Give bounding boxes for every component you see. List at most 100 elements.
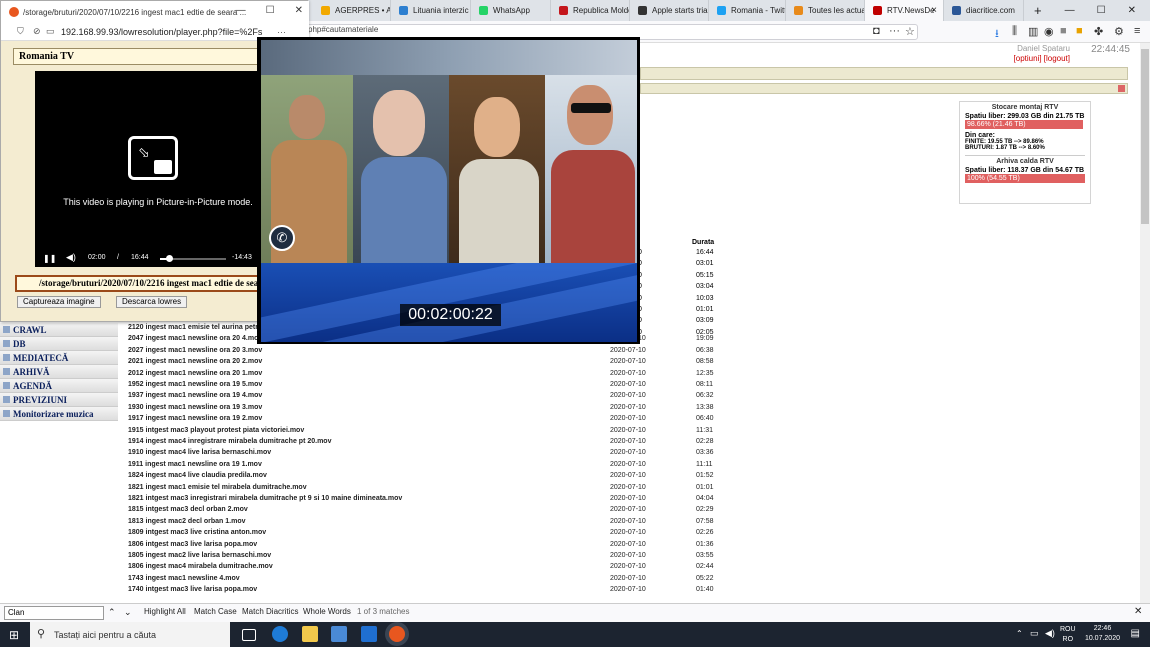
file-name-cell[interactable]: 1914 ingest mac4 inregistrare mirabela d… [128,438,331,445]
download-icon[interactable]: ⭳ [995,25,999,44]
sidebar-item[interactable]: CRAWL [0,323,118,337]
table-row[interactable]: 1821 ingest mac1 emisie tel mirabela dum… [128,484,728,495]
lock-icon[interactable]: ⊘ [33,26,41,37]
file-name-cell[interactable]: 1911 ingest mac1 newsline ora 19 1.mov [128,461,262,468]
taskbar-clock[interactable]: 22:46 10.07.2020 [1085,624,1120,644]
table-row[interactable]: 2027 ingest mac1 newsline ora 20 3.mov 20… [128,347,728,358]
find-close-button[interactable]: ✕ [1134,606,1142,617]
task-view-icon[interactable] [242,629,256,641]
account-icon[interactable]: ◉ [1044,25,1054,38]
table-row[interactable]: 1910 ingest mac4 live larisa bernaschi.m… [128,449,728,460]
maximize-button[interactable]: ☐ [1097,5,1106,16]
browser-tab[interactable]: Lituania interzic [391,0,471,21]
popup-close-button[interactable]: ✕ [295,5,303,16]
file-name-cell[interactable]: 1815 intgest mac3 decl orban 2.mov [128,506,248,513]
user-links[interactable]: [optiuni] [logout] [1014,54,1070,64]
extensions-icon[interactable]: ✤ [1094,25,1103,38]
table-row[interactable]: 1809 intgest mac3 live cristina anton.mo… [128,529,728,540]
find-previous-button[interactable]: ⌃ [108,607,116,618]
file-name-cell[interactable]: 1821 intgest mac3 inregistrari mirabela … [128,495,402,502]
find-input[interactable]: Clan [4,606,104,620]
language-indicator[interactable]: ROU RO [1060,625,1076,645]
firefox-taskbar-icon[interactable] [389,626,405,642]
table-row[interactable]: 1821 intgest mac3 inregistrari mirabela … [128,495,728,506]
browser-tab[interactable]: AGERPRES • Actu [313,0,391,21]
file-name-cell[interactable]: 1806 intgest mac3 live larisa popa.mov [128,541,257,548]
match-diacritics-checkbox[interactable]: Match Diacritics [242,607,298,616]
volume-icon[interactable]: ◀) [66,252,76,263]
tray-chevron-icon[interactable]: ⌃ [1016,629,1023,638]
file-name-cell[interactable]: 2047 ingest mac1 newsline ora 20 4.mov [128,335,262,342]
browser-tab[interactable]: Romania - Twitt [709,0,786,21]
file-name-cell[interactable]: 1806 ingest mac4 mirabela dumitrache.mov [128,563,273,570]
browser-tab[interactable]: Republica Moldo [551,0,630,21]
gear-icon[interactable]: ⚙ [1114,25,1124,38]
mail-icon[interactable] [361,626,377,642]
file-name-cell[interactable]: 1937 ingest mac1 newsline ora 19 4.mov [128,392,262,399]
notifications-icon[interactable]: ▤ [1131,628,1140,639]
file-name-cell[interactable]: 2120 ingest mac1 emisie tel aurina petr [128,324,258,331]
page-scrollbar[interactable] [1140,43,1150,603]
table-row[interactable]: 1813 ingest mac2 decl orban 1.mov 2020-07… [128,518,728,529]
seek-bar[interactable] [160,255,226,262]
table-row[interactable]: 1806 intgest mac3 live larisa popa.mov 20… [128,541,728,552]
file-name-cell[interactable]: 1743 ingest mac1 newsline 4.mov [128,575,240,582]
file-name-cell[interactable]: 2027 ingest mac1 newsline ora 20 3.mov [128,347,262,354]
close-icon[interactable] [1118,85,1125,92]
sidebar-item[interactable]: MEDIATECĂ [0,351,118,365]
find-next-button[interactable]: ⌄ [124,607,132,618]
file-name-cell[interactable]: 1813 ingest mac2 decl orban 1.mov [128,518,246,525]
table-row[interactable]: 1930 ingest mac1 newsline ora 19 3.mov 20… [128,404,728,415]
menu-icon[interactable]: ≡ [1134,25,1140,37]
table-row[interactable]: 1806 ingest mac4 mirabela dumitrache.mov… [128,563,728,574]
network-icon[interactable]: ▭ [1030,628,1039,639]
table-row[interactable]: 1815 intgest mac3 decl orban 2.mov 2020-0… [128,506,728,517]
table-row[interactable]: 1952 ingest mac1 newsline ora 19 5.mov 20… [128,381,728,392]
file-name-cell[interactable]: 1740 intgest mac3 live larisa popa.mov [128,586,257,593]
close-button[interactable]: ✕ [1128,5,1136,16]
table-row[interactable]: 1911 ingest mac1 newsline ora 19 1.mov 20… [128,461,728,472]
table-row[interactable]: 1743 ingest mac1 newsline 4.mov 2020-07-1… [128,575,728,586]
table-row[interactable]: 2012 ingest mac1 newsline ora 20 1.mov 20… [128,370,728,381]
browser-tab[interactable]: Apple starts tria [630,0,709,21]
file-name-cell[interactable]: 1915 intgest mac3 playout protest piata … [128,427,304,434]
addon-icon[interactable]: ■ [1060,25,1067,37]
addon-icon-2[interactable]: ■ [1076,25,1083,37]
taskbar-search[interactable]: ⚲ Tastați aici pentru a căuta [30,622,230,647]
scrollbar-thumb[interactable] [1141,49,1149,224]
shield-icon[interactable]: ⛉ [17,26,24,37]
sidebar-item[interactable]: Monitorizare muzica [0,407,118,421]
edge-icon[interactable] [272,626,288,642]
store-icon[interactable] [331,626,347,642]
pause-icon[interactable]: ❚❚ [43,254,56,263]
table-row[interactable]: 2021 ingest mac1 newsline ora 20 2.mov 20… [128,358,728,369]
table-row[interactable]: 1917 ingest mac1 newsline ora 19 2.mov 20… [128,415,728,426]
library-icon[interactable]: ⫼ [1012,25,1017,38]
sidebar-item[interactable]: PREVIZIUNI [0,393,118,407]
file-name-cell[interactable]: 2012 ingest mac1 newsline ora 20 1.mov [128,370,262,377]
file-name-cell[interactable]: 1930 ingest mac1 newsline ora 19 3.mov [128,404,262,411]
more-actions-icon[interactable]: ··· [889,25,900,37]
table-row[interactable]: 1805 ingest mac2 live larisa bernaschi.m… [128,552,728,563]
browser-tab[interactable]: WhatsApp [471,0,551,21]
windows-start-icon[interactable]: ⊞ [9,628,19,642]
new-tab-button[interactable]: + [1026,0,1048,21]
file-name-cell[interactable]: 1805 ingest mac2 live larisa bernaschi.m… [128,552,271,559]
capture-image-button[interactable]: Captureaza imagine [17,296,101,308]
minimize-button[interactable]: — [1065,5,1075,16]
file-name-cell[interactable]: 1821 ingest mac1 emisie tel mirabela dum… [128,484,307,491]
sidebar-item[interactable]: AGENDĂ [0,379,118,393]
browser-tab[interactable]: diacritice.com [944,0,1024,21]
file-name-cell[interactable]: 1917 ingest mac1 newsline ora 19 2.mov [128,415,262,422]
popup-maximize-button[interactable]: ☐ [266,5,275,16]
whole-words-checkbox[interactable]: Whole Words [303,607,351,616]
volume-tray-icon[interactable]: ◀) [1045,628,1055,639]
popup-minimize-button[interactable]: — [236,5,246,16]
more-actions-icon[interactable]: ··· [277,27,286,37]
file-name-cell[interactable]: 1910 ingest mac4 live larisa bernaschi.m… [128,449,271,456]
file-explorer-icon[interactable] [302,626,318,642]
file-name-cell[interactable]: 2021 ingest mac1 newsline ora 20 2.mov [128,358,262,365]
highlight-all-checkbox[interactable]: Highlight All [144,607,186,616]
match-case-checkbox[interactable]: Match Case [194,607,237,616]
browser-tab[interactable]: RTV.NewsDe × [865,0,944,21]
